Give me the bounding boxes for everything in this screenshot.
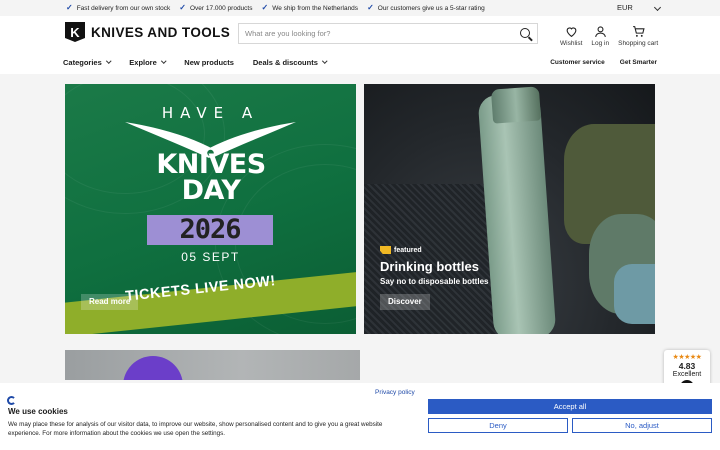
nav-left: Categories Explore New products Deals & … — [63, 50, 345, 74]
cookie-logo-icon — [7, 396, 16, 405]
hero-subtitle: Say no to disposable bottles — [380, 277, 489, 286]
read-more-button[interactable]: Read more — [81, 294, 139, 310]
currency-label: EUR — [617, 3, 633, 12]
login-button[interactable]: Log in — [591, 25, 609, 47]
rating-label: Excellent — [672, 371, 702, 378]
nav-item-new-products[interactable]: New products — [184, 58, 234, 67]
nav-label: Categories — [63, 57, 102, 67]
hero-banner-drinking-bottles[interactable]: featured Drinking bottles Say no to disp… — [364, 84, 655, 334]
usp-item: ✓ Our customers give us a 5-star rating — [367, 4, 485, 12]
hero-knives-day-title: KNIVES DAY — [141, 149, 281, 206]
promo-banner-partial[interactable] — [65, 350, 360, 380]
header-actions: Wishlist Log in Shopping cart — [560, 25, 667, 47]
star-rating-icon: ★★★★★ — [672, 354, 702, 361]
cart-label: Shopping cart — [618, 40, 659, 47]
check-icon: ✓ — [367, 3, 374, 12]
rating-score: 4.83 — [678, 361, 696, 371]
hero-line-knives: KNIVES — [156, 149, 266, 180]
discover-button[interactable]: Discover — [380, 294, 430, 310]
tag-icon — [380, 246, 391, 254]
cookie-description: We may place these for analysis of our v… — [8, 421, 383, 437]
wishlist-button[interactable]: Wishlist — [560, 25, 582, 47]
featured-tag: featured — [380, 246, 422, 254]
nav-label: Explore — [129, 57, 157, 67]
site-header: K KNIVES AND TOOLS What are you looking … — [0, 16, 720, 74]
hero-title: Drinking bottles — [380, 259, 479, 274]
hero-banner-knives-day[interactable]: HAVE A KNIVES DAY 2026 05 SEPT TICKETS L… — [65, 84, 356, 334]
check-icon: ✓ — [261, 3, 269, 12]
fabric-decoration — [614, 264, 655, 324]
usp-text: Over 17.000 products — [189, 4, 253, 12]
nav-item-customer-service[interactable]: Customer service — [550, 59, 605, 66]
usp-text: Fast delivery from our own stock — [76, 4, 171, 12]
usp-item: ✓ We ship from the Netherlands — [261, 4, 358, 12]
usp-item: ✓ Over 17.000 products — [179, 4, 252, 12]
chevron-down-icon — [161, 58, 167, 64]
adjust-button[interactable]: No, adjust — [572, 418, 712, 433]
cookie-banner: We use cookies We may place these for an… — [0, 383, 720, 450]
bottle-cap-image — [490, 86, 542, 124]
logo-mark: K — [65, 22, 85, 42]
deny-button[interactable]: Deny — [428, 418, 568, 433]
search-icon[interactable] — [520, 28, 530, 38]
nav-right: Customer service Get Smarter — [535, 50, 657, 74]
search-input[interactable]: What are you looking for? — [238, 23, 538, 44]
hero-date: 05 SEPT — [181, 250, 240, 264]
check-icon: ✓ — [179, 3, 186, 12]
chevron-down-icon — [322, 58, 328, 64]
promo-circle-decoration — [123, 356, 183, 380]
heart-icon — [566, 27, 577, 38]
wishlist-label: Wishlist — [560, 40, 583, 47]
cart-icon — [632, 26, 645, 37]
nav-label: New products — [184, 57, 234, 67]
chevron-down-icon — [653, 3, 661, 12]
currency-selector[interactable]: EUR — [617, 3, 661, 12]
featured-label: featured — [394, 246, 422, 254]
site-logo[interactable]: K KNIVES AND TOOLS — [65, 22, 230, 42]
nav-item-explore[interactable]: Explore — [129, 57, 167, 67]
search-placeholder: What are you looking for? — [245, 29, 331, 38]
hero-line-day: DAY — [181, 174, 241, 206]
nav-item-categories[interactable]: Categories — [63, 57, 111, 67]
usp-item: ✓ Fast delivery from our own stock — [66, 4, 170, 12]
nav-label: Deals & discounts — [252, 57, 318, 67]
accept-all-button[interactable]: Accept all — [428, 399, 712, 414]
logo-text: KNIVES AND TOOLS — [91, 24, 231, 40]
usp-text: We ship from the Netherlands — [272, 4, 359, 12]
cart-button[interactable]: Shopping cart — [618, 25, 658, 47]
usp-text: Our customers give us a 5-star rating — [377, 4, 485, 12]
hero-year: 2026 — [147, 215, 273, 245]
user-icon — [594, 26, 606, 38]
cookie-title: We use cookies — [8, 407, 68, 416]
check-icon: ✓ — [66, 3, 73, 12]
nav-item-deals[interactable]: Deals & discounts — [252, 57, 328, 67]
header-main: K KNIVES AND TOOLS What are you looking … — [0, 16, 720, 50]
main-nav: Categories Explore New products Deals & … — [0, 50, 720, 74]
privacy-policy-link[interactable]: Privacy policy — [375, 389, 415, 396]
nav-item-get-smarter[interactable]: Get Smarter — [620, 59, 657, 66]
chevron-down-icon — [106, 58, 111, 64]
login-label: Log in — [591, 40, 610, 47]
usp-bar: ✓ Fast delivery from our own stock ✓ Over … — [0, 0, 720, 16]
